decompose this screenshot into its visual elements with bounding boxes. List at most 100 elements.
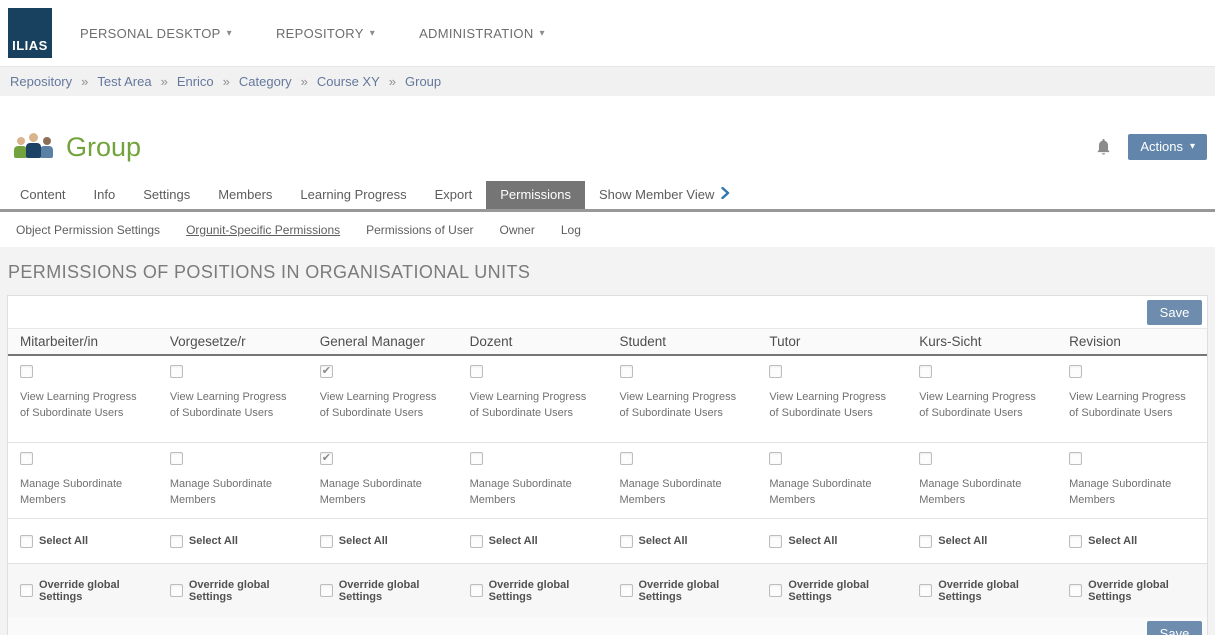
ilias-logo-text: ILIAS	[12, 38, 48, 58]
top-bar: ILIAS PERSONAL DESKTOP▾ REPOSITORY▾ ADMINI…	[0, 0, 1215, 66]
permission-checkbox[interactable]	[470, 535, 483, 548]
menu-administration[interactable]: ADMINISTRATION▾	[419, 26, 545, 41]
tab-members[interactable]: Members	[204, 181, 286, 209]
notification-bell-icon[interactable]	[1095, 138, 1112, 157]
tab-label: Export	[435, 187, 473, 202]
permission-checkbox[interactable]	[170, 584, 183, 597]
permission-checkbox[interactable]	[20, 365, 33, 378]
tab-label: Members	[218, 187, 272, 202]
table-row-manage-subordinate-members: Manage Subordinate MembersManage Subordi…	[8, 442, 1207, 518]
caret-down-icon: ▾	[540, 28, 545, 39]
subtab-object-permission-settings[interactable]: Object Permission Settings	[16, 223, 160, 237]
ilias-logo[interactable]: ILIAS	[8, 8, 52, 58]
permission-label: Select All	[339, 535, 388, 547]
permission-label: Override global Settings	[938, 579, 1045, 603]
permission-checkbox[interactable]	[1069, 535, 1082, 548]
page-title: Group	[66, 132, 141, 163]
permissions-panel: Save Mitarbeiter/inVorgesetze/rGeneral M…	[7, 295, 1208, 635]
perm-cell: Override global Settings	[757, 564, 907, 617]
subtab-orgunit-specific-permissions[interactable]: Orgunit-Specific Permissions	[186, 223, 340, 237]
save-button-bottom[interactable]: Save	[1147, 621, 1202, 635]
permission-checkbox[interactable]	[1069, 452, 1082, 465]
breadcrumb-link-repository[interactable]: Repository	[10, 74, 72, 89]
perm-cell: Select All	[8, 519, 158, 563]
perm-cell: Override global Settings	[158, 564, 308, 617]
tab-settings[interactable]: Settings	[129, 181, 204, 209]
permission-checkbox[interactable]	[20, 452, 33, 465]
permission-checkbox[interactable]	[620, 584, 633, 597]
perm-cell: Manage Subordinate Members	[308, 443, 458, 518]
permission-label: Manage Subordinate Members	[1069, 477, 1195, 509]
perm-cell: Override global Settings	[1057, 564, 1207, 617]
perm-cell: View Learning Progress of Subordinate Us…	[907, 356, 1057, 442]
tab-permissions[interactable]: Permissions	[486, 181, 585, 209]
perm-cell: Select All	[907, 519, 1057, 563]
permission-checkbox[interactable]	[1069, 365, 1082, 378]
table-row-select-all: Select All Select All Select All Select All…	[8, 518, 1207, 563]
perm-cell: Select All	[308, 519, 458, 563]
tab-content[interactable]: Content	[6, 181, 80, 209]
tab-export[interactable]: Export	[421, 181, 487, 209]
permission-label: Manage Subordinate Members	[470, 477, 596, 509]
tab-show-member-view[interactable]: Show Member View	[585, 180, 744, 209]
perm-cell: Manage Subordinate Members	[608, 443, 758, 518]
tab-learning-progress[interactable]: Learning Progress	[286, 181, 420, 209]
permission-checkbox[interactable]	[170, 452, 183, 465]
permission-checkbox[interactable]	[470, 452, 483, 465]
permission-checkbox[interactable]	[919, 584, 932, 597]
breadcrumb-link-course-xy[interactable]: Course XY	[317, 74, 380, 89]
permission-checkbox[interactable]	[919, 365, 932, 378]
permission-label: View Learning Progress of Subordinate Us…	[170, 390, 296, 422]
permission-checkbox[interactable]	[1069, 584, 1082, 597]
actions-button[interactable]: Actions ▾	[1128, 134, 1207, 160]
permission-checkbox[interactable]	[620, 452, 633, 465]
permission-checkbox[interactable]	[320, 365, 333, 378]
breadcrumb-link-category[interactable]: Category	[239, 74, 292, 89]
column-header-general-manager: General Manager	[308, 329, 458, 354]
permission-checkbox[interactable]	[919, 535, 932, 548]
perm-cell: Manage Subordinate Members	[757, 443, 907, 518]
tab-label: Settings	[143, 187, 190, 202]
permission-checkbox[interactable]	[769, 584, 782, 597]
permission-checkbox[interactable]	[470, 365, 483, 378]
permission-label: Select All	[189, 535, 238, 547]
permission-checkbox[interactable]	[170, 365, 183, 378]
permission-label: Override global Settings	[639, 579, 746, 603]
save-button-top[interactable]: Save	[1147, 300, 1202, 325]
table-row-override-global-settings: Override global Settings Override global …	[8, 563, 1207, 617]
tab-label: Learning Progress	[300, 187, 406, 202]
perm-cell: Manage Subordinate Members	[158, 443, 308, 518]
permission-label: View Learning Progress of Subordinate Us…	[620, 390, 746, 422]
menu-personal-desktop[interactable]: PERSONAL DESKTOP▾	[80, 26, 232, 41]
tab-info[interactable]: Info	[80, 181, 130, 209]
permission-checkbox[interactable]	[769, 535, 782, 548]
permission-checkbox[interactable]	[919, 452, 932, 465]
permission-checkbox[interactable]	[20, 535, 33, 548]
permission-checkbox[interactable]	[320, 535, 333, 548]
permission-checkbox[interactable]	[320, 452, 333, 465]
breadcrumb-link-enrico[interactable]: Enrico	[177, 74, 214, 89]
perm-cell: Select All	[458, 519, 608, 563]
permission-label: Select All	[639, 535, 688, 547]
permission-checkbox[interactable]	[170, 535, 183, 548]
actions-button-label: Actions	[1140, 139, 1183, 154]
subtab-owner[interactable]: Owner	[500, 223, 535, 237]
permission-checkbox[interactable]	[769, 365, 782, 378]
permission-label: Manage Subordinate Members	[20, 477, 132, 509]
permission-checkbox[interactable]	[620, 365, 633, 378]
permission-label: Select All	[39, 535, 88, 547]
permission-checkbox[interactable]	[620, 535, 633, 548]
section-heading: PERMISSIONS OF POSITIONS IN ORGANISATION…	[0, 247, 1215, 295]
subtab-log[interactable]: Log	[561, 223, 581, 237]
breadcrumb-separator: »	[223, 74, 230, 89]
perm-cell: Override global Settings	[907, 564, 1057, 617]
permission-checkbox[interactable]	[470, 584, 483, 597]
menu-repository[interactable]: REPOSITORY▾	[276, 26, 375, 41]
subtab-permissions-of-user[interactable]: Permissions of User	[366, 223, 473, 237]
permission-label: View Learning Progress of Subordinate Us…	[470, 390, 596, 422]
permission-checkbox[interactable]	[769, 452, 782, 465]
breadcrumb-link-group[interactable]: Group	[405, 74, 441, 89]
permission-checkbox[interactable]	[320, 584, 333, 597]
permission-checkbox[interactable]	[20, 584, 33, 597]
breadcrumb-link-test-area[interactable]: Test Area	[97, 74, 151, 89]
